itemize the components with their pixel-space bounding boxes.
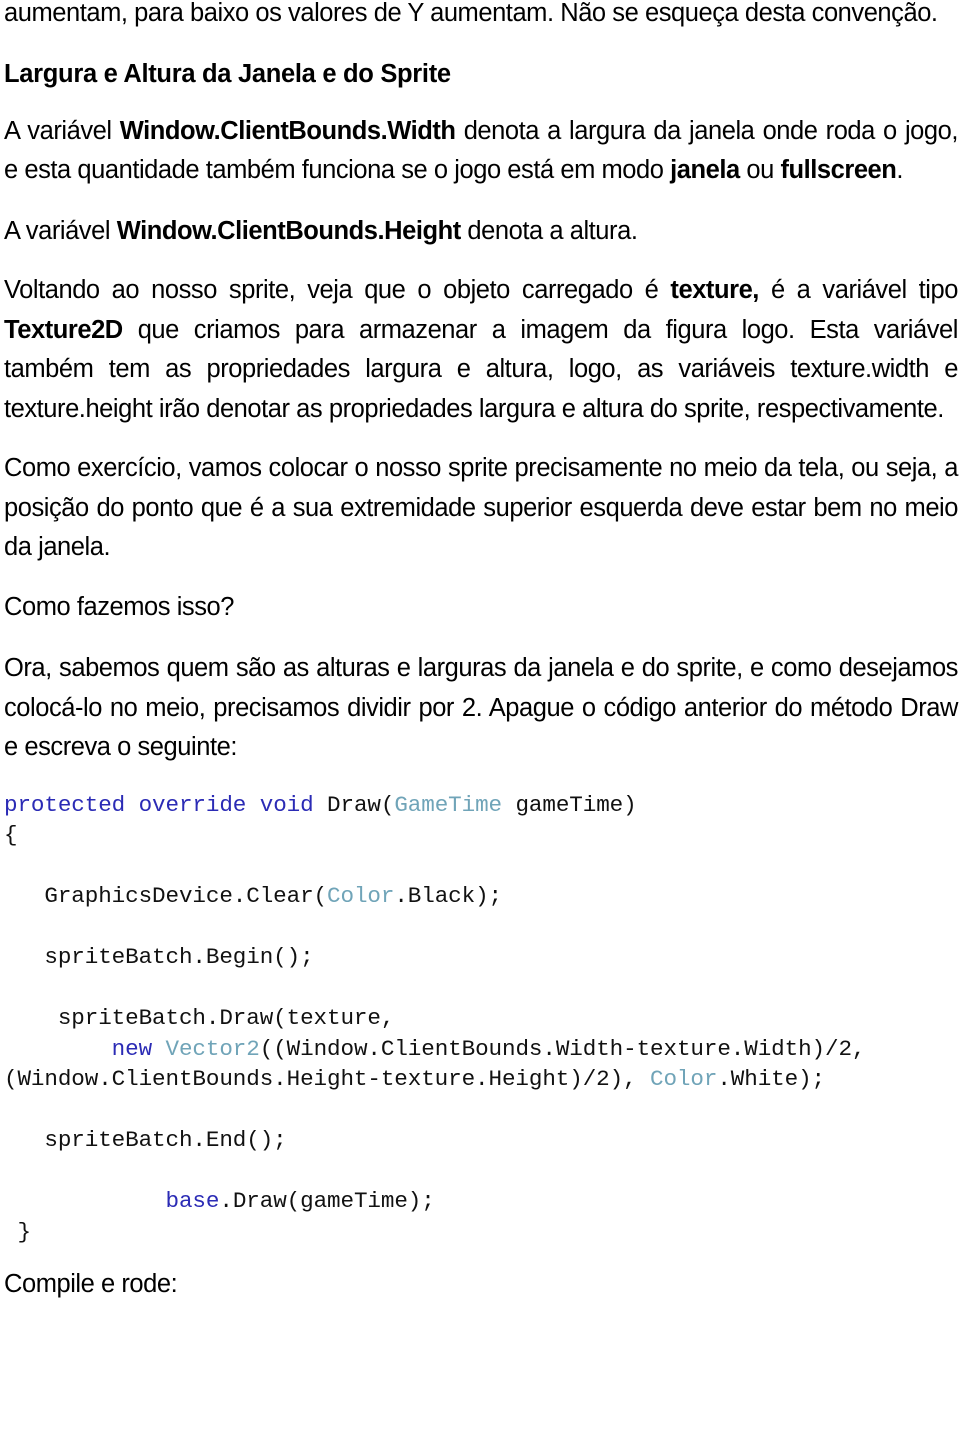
- paragraph-compile-e-rode: Compile e rode:: [4, 1270, 178, 1298]
- document-page: aumentam, para baixo os valores de Y aum…: [0, 0, 960, 1450]
- code-term-window-clientbounds-width: Window.ClientBounds.Width: [119, 116, 456, 145]
- intro-line-2: convenção.: [811, 0, 938, 27]
- keyword-override: override: [125, 791, 247, 818]
- width-text-3: ou: [739, 156, 781, 184]
- code-block: protected override void Draw(GameTime ga…: [4, 790, 958, 1248]
- texture-text-3: que criamos para armazenar a imagem da f…: [4, 315, 958, 423]
- code-line-vector2-args: new Vector2((Window.ClientBounds.Width-t…: [4, 1034, 958, 1095]
- paragraph-ora-sabemos: Ora, sabemos quem são as alturas e largu…: [4, 654, 958, 761]
- code-term-fullscreen: fullscreen: [780, 156, 897, 184]
- type-gametime: GameTime: [394, 791, 503, 818]
- brace-close: }: [4, 1218, 31, 1245]
- width-text-4: .: [896, 156, 904, 184]
- paragraph-texture: Voltando ao nosso sprite, veja que o obj…: [4, 271, 958, 429]
- texture-text-2: é a variável tipo: [758, 276, 959, 304]
- color-black-member: .Black);: [394, 883, 502, 909]
- code-term-texture: texture,: [670, 276, 759, 304]
- keyword-base: base: [4, 1188, 220, 1214]
- param-gametime: gameTime): [502, 791, 637, 818]
- section-heading-largura-altura: Largura e Altura da Janela e do Sprite: [4, 59, 451, 88]
- code-line-open-brace: {: [4, 820, 958, 851]
- keyword-void: void: [246, 791, 314, 818]
- color-white-member: .White);: [717, 1066, 825, 1092]
- call-spritebatch-draw: spriteBatch.Draw(texture,: [4, 1005, 395, 1031]
- call-graphicsdevice-clear: GraphicsDevice.Clear(: [4, 883, 328, 909]
- paragraph-como-fazemos: Como fazemos isso?: [4, 592, 234, 621]
- height-text-2: denota a altura.: [460, 216, 638, 245]
- code-line-method-signature: protected override void Draw(GameTime ga…: [4, 790, 958, 821]
- code-term-janela: janela: [670, 156, 740, 184]
- code-line-base-draw: base.Draw(gameTime);: [4, 1186, 958, 1217]
- brace-open: {: [4, 822, 18, 848]
- type-color: Color: [650, 1066, 718, 1092]
- call-base-draw: .Draw(gameTime);: [219, 1188, 435, 1214]
- type-vector2: Vector2: [165, 1035, 260, 1062]
- code-line-spritebatch-end: spriteBatch.End();: [4, 1125, 958, 1156]
- paragraph-window-width: A variável Window.ClientBounds.Width den…: [4, 112, 958, 191]
- code-term-window-clientbounds-height: Window.ClientBounds.Height: [116, 216, 462, 245]
- method-name-draw: Draw(: [313, 791, 395, 818]
- height-text-1: A variável: [4, 216, 117, 245]
- texture-text-1: Voltando ao nosso sprite, veja que o obj…: [4, 276, 671, 304]
- width-text-1: A variável: [4, 116, 120, 145]
- type-color: Color: [327, 883, 395, 909]
- intro-line-1: aumentam, para baixo os valores de Y aum…: [4, 0, 805, 27]
- code-line-spritebatch-draw: spriteBatch.Draw(texture,: [4, 1003, 958, 1034]
- code-line-spritebatch-begin: spriteBatch.Begin();: [4, 942, 958, 973]
- code-line-close-brace: }: [4, 1217, 958, 1248]
- paragraph-intro: aumentam, para baixo os valores de Y aum…: [4, 0, 958, 34]
- call-spritebatch-begin: spriteBatch.Begin();: [4, 944, 314, 970]
- code-term-texture2d: Texture2D: [4, 315, 123, 344]
- paragraph-window-height: A variável Window.ClientBounds.Height de…: [4, 212, 958, 252]
- call-spritebatch-end: spriteBatch.End();: [4, 1127, 287, 1153]
- code-line-clear: GraphicsDevice.Clear(Color.Black);: [4, 881, 958, 912]
- paragraph-exercicio: Como exercício, vamos colocar o nosso sp…: [4, 454, 958, 561]
- keyword-new: new: [4, 1035, 166, 1062]
- keyword-protected: protected: [4, 791, 126, 818]
